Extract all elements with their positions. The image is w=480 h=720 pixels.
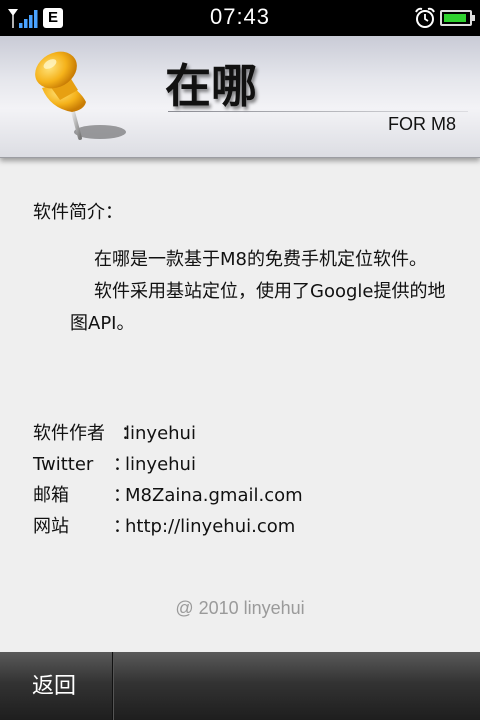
status-bar: E 07:43 <box>0 0 480 36</box>
twitter-value: linyehui <box>125 454 196 475</box>
intro-line: 在哪是一款基于M8的免费手机定位软件。 <box>94 249 427 270</box>
copyright-text: @ 2010 linyehui <box>175 598 305 618</box>
app-subtitle: FOR M8 <box>387 114 456 134</box>
bottom-toolbar: 返回 <box>0 652 480 720</box>
alarm-icon <box>415 7 435 28</box>
pushpin-icon <box>35 51 126 140</box>
author-value: linyehui <box>125 423 196 444</box>
toolbar-divider <box>112 652 114 720</box>
email-label: 邮箱 <box>33 485 69 506</box>
author-info: 软件作者 ： linyehui Twitter ： linyehui 邮箱 ： … <box>33 418 303 542</box>
app-title: 在哪 <box>165 59 257 113</box>
header-divider <box>168 111 468 112</box>
twitter-row: Twitter ： linyehui <box>33 449 196 480</box>
back-button[interactable]: 返回 <box>0 652 112 720</box>
battery-icon <box>440 10 475 26</box>
email-row: 邮箱 ： M8Zaina.gmail.com <box>33 480 303 511</box>
intro-heading: 软件简介： <box>33 202 123 223</box>
intro-body: 在哪是一款基于M8的免费手机定位软件。 软件采用基站定位，使用了Google提供… <box>70 244 460 340</box>
website-row: 网站 ： http://linyehui.com <box>33 511 295 542</box>
intro-line: 软件采用基站定位，使用了Google提供的地图API。 <box>70 281 446 334</box>
twitter-label: Twitter <box>33 454 94 475</box>
author-label: 软件作者 <box>33 423 105 444</box>
battery-level-fill <box>444 14 466 22</box>
app-header: 在哪 FOR M8 <box>0 36 480 158</box>
email-value: M8Zaina.gmail.com <box>125 485 303 506</box>
website-value: http://linyehui.com <box>125 516 296 537</box>
website-label: 网站 <box>33 516 69 537</box>
author-row: 软件作者 ： linyehui <box>33 418 196 449</box>
status-time: 07:43 <box>209 4 271 29</box>
